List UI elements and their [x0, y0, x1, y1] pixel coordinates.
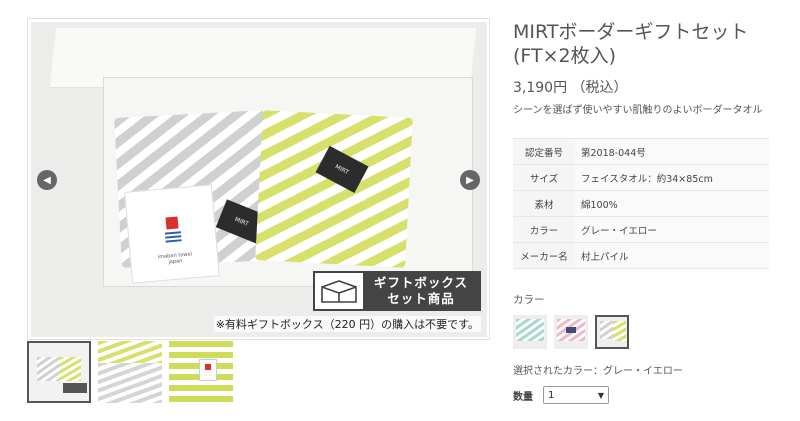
color-section-title: カラー	[513, 294, 545, 306]
yellow-towel: MIRT	[255, 110, 413, 268]
spec-key: 認定番号	[513, 138, 575, 165]
imabari-logo-icon	[164, 216, 182, 244]
color-swatches	[513, 315, 629, 349]
gift-box-badge: ギフトボックス セット商品	[313, 271, 481, 311]
thumbnail-folded[interactable]	[98, 341, 162, 403]
product-catchcopy: シーンを選ばず使いやすい肌触りのよいボーダータオル	[513, 105, 763, 116]
swatch-grey-yellow[interactable]	[595, 315, 629, 349]
main-product-image[interactable]: MIRT MIRT imabari towel japan ギフトボックス セッ…	[31, 22, 487, 337]
tag-text: imabari towel japan	[157, 251, 193, 266]
spec-row: 素材 綿100%	[513, 190, 769, 217]
next-image-button[interactable]: ▶	[460, 170, 480, 190]
spec-table: 認定番号 第2018-044号 サイズ フェイスタオル：約34×85cm 素材 …	[513, 138, 769, 269]
product-price: 3,190円 （税込）	[513, 80, 628, 96]
gift-box-note: ※有料ギフトボックス（220 円）の購入は不要です。	[213, 316, 481, 332]
thumbnail-closeup[interactable]	[169, 341, 233, 403]
spec-row: カラー グレー・イエロー	[513, 216, 769, 243]
quantity-select[interactable]: 1 ▼	[543, 386, 609, 404]
selected-color-text: 選択されたカラー：グレー・イエロー	[513, 366, 683, 377]
towel-label: MIRT	[315, 145, 369, 193]
spec-row: メーカー名 村上パイル	[513, 242, 769, 269]
spec-value: 村上パイル	[575, 242, 769, 269]
thumbnail-giftbox[interactable]	[27, 341, 91, 403]
main-image-frame: MIRT MIRT imabari towel japan ギフトボックス セッ…	[27, 18, 490, 340]
spec-key: 素材	[513, 190, 575, 217]
spec-value: 第2018-044号	[575, 138, 769, 165]
spec-key: サイズ	[513, 164, 575, 191]
swatch-mint[interactable]	[513, 315, 547, 349]
quantity-value: 1	[548, 389, 555, 401]
spec-key: カラー	[513, 216, 575, 243]
spec-row: サイズ フェイスタオル：約34×85cm	[513, 164, 769, 191]
thumbnail-strip	[27, 341, 233, 403]
gift-badge-line2: セット商品	[387, 291, 455, 306]
gift-box-icon	[315, 273, 363, 309]
chevron-left-icon: ◀	[43, 174, 51, 186]
chevron-down-icon: ▼	[597, 390, 604, 400]
chevron-right-icon: ▶	[466, 174, 474, 186]
product-title: MIRTボーダーギフトセット(FT×2枚入)	[513, 21, 749, 67]
brand-tag-card: imabari towel japan	[124, 184, 220, 284]
quantity-label: 数量	[513, 391, 533, 403]
swatch-pink-navy[interactable]	[554, 315, 588, 349]
spec-row: 認定番号 第2018-044号	[513, 138, 769, 165]
spec-key: メーカー名	[513, 242, 575, 269]
spec-value: 綿100%	[575, 190, 769, 217]
quantity-row: 数量 1 ▼	[513, 386, 609, 404]
gift-badge-line1: ギフトボックス	[373, 275, 469, 290]
spec-value: フェイスタオル：約34×85cm	[575, 164, 769, 191]
prev-image-button[interactable]: ◀	[37, 170, 57, 190]
spec-value: グレー・イエロー	[575, 216, 769, 243]
